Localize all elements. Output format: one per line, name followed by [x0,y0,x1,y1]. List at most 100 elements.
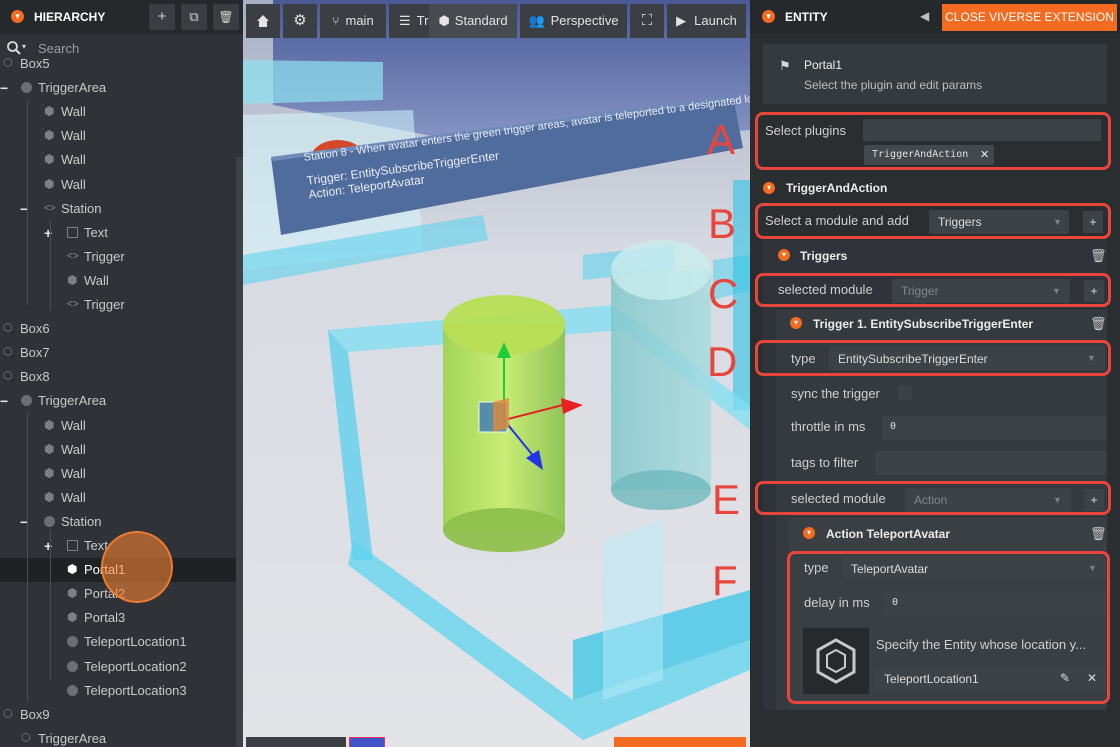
code-icon: <> [67,299,79,310]
standard-button[interactable]: ⬢ Standard [429,4,517,38]
hierarchy-panel: ▾ HIERARCHY + ⧉ 🗑 ▾ Search ⬡ Box5− Trigger… [0,0,243,747]
hex-icon: ⬢ [67,586,78,600]
sync-trigger-checkbox[interactable] [898,386,912,400]
delete-action-icon[interactable]: 🗑 [1090,526,1107,542]
perspective-button[interactable]: 👥 Perspective [520,4,627,38]
hex-icon: ⬢ [44,177,55,191]
click-indicator [101,531,173,603]
viewport-thumbnail[interactable] [349,737,385,747]
circle-icon [67,661,78,672]
annotation-box-a [755,112,1111,170]
tree-item[interactable]: ⬢ Wall [0,124,236,148]
scene-viewport[interactable]: Station 8 - When avatar enters the green… [243,0,750,747]
tree-item-label: TeleportLocation1 [84,634,187,649]
tree-item-label: TeleportLocation3 [84,683,187,698]
home-button[interactable] [246,4,280,38]
tree-item[interactable]: ⬢ Wall [0,438,236,462]
trigger1-collapse-icon[interactable]: ▾ [790,317,802,329]
triggers-collapse-icon[interactable]: ▾ [778,249,790,261]
tree-item[interactable]: ⬡ Box9 [0,703,236,727]
tree-item[interactable]: ⬢ Wall [0,100,236,124]
annotation-letter-d: D [707,338,738,385]
tree-item[interactable]: <> Trigger [0,245,236,269]
plugin-section-collapse-icon[interactable]: ▾ [763,182,775,194]
tags-input[interactable] [875,451,1106,475]
hierarchy-scrollbar[interactable] [236,157,243,747]
collapse-icon[interactable]: − [0,389,8,413]
tree-item-label: Wall [61,104,86,119]
tree-item[interactable]: − TriggerArea [0,389,236,413]
tree-item-label: Wall [84,273,109,288]
tree-item[interactable]: − Station [0,510,236,534]
home-icon [257,15,269,27]
hierarchy-tree: ⬡ Box5− TriggerArea ⬢ Wall ⬢ Wall ⬢ Wall ⬢ Wall − <>… [0,0,243,747]
circle-icon [67,685,78,696]
throttle-label: throttle in ms [791,419,866,434]
tree-item[interactable]: ⬢ Wall [0,148,236,172]
tree-item[interactable]: TeleportLocation2 [0,655,236,679]
action-collapse-icon[interactable]: ▾ [803,527,815,539]
close-viverse-extension-button[interactable]: CLOSE VIVERSE EXTENSION [942,4,1117,31]
annotation-letter-a: A [707,116,736,163]
tags-label: tags to filter [791,455,859,470]
viewport-action-button[interactable] [614,737,746,747]
collapse-icon[interactable]: − [0,76,8,100]
tree-item[interactable]: ⬢ Portal3 [0,606,236,630]
hex-icon: ⬢ [44,152,55,166]
tree-item[interactable]: ⬢ Wall [0,486,236,510]
throttle-input[interactable]: 0 [882,416,1106,440]
tree-item-label: Box8 [20,369,50,384]
hex-icon: ⬢ [44,466,55,480]
collapse-left-icon[interactable]: ◀ [920,9,929,23]
tree-item[interactable]: TeleportLocation1 [0,630,236,654]
tree-item[interactable]: ⬡ Box5 [0,52,236,76]
cube-icon: ⬡ [3,346,13,358]
fullscreen-button[interactable]: ⛶ [630,4,664,38]
hex-icon: ⬢ [67,562,78,576]
tree-item-label: Portal3 [84,610,126,625]
tree-item[interactable]: ⬡ TriggerArea [0,727,236,747]
delete-trigger1-icon[interactable]: 🗑 [1090,316,1107,332]
cube-icon: ⬡ [3,370,13,382]
delete-triggers-icon[interactable]: 🗑 [1090,248,1107,264]
tree-item[interactable]: ⬢ Wall [0,269,236,293]
circle-icon [67,636,78,647]
tree-guide-line [27,412,28,702]
plugin-section-title: TriggerAndAction [786,181,888,195]
triggers-title: Triggers [800,249,848,263]
hex-icon: ⬢ [67,610,78,624]
tree-item[interactable]: ⬡ Box8 [0,365,236,389]
tree-item[interactable]: TeleportLocation3 [0,679,236,703]
tree-item[interactable]: − TriggerArea [0,76,236,100]
circle-icon [44,516,55,527]
branch-button[interactable]: ⑂ main [320,4,386,38]
annotation-letter-f: F [712,557,738,604]
launch-label: Launch [694,13,737,28]
standard-label: Standard [454,13,508,28]
launch-button[interactable]: ▶ Launch [667,4,746,38]
tree-item[interactable]: ⬢ Wall [0,414,236,438]
list-icon: ☰ [399,13,411,28]
sync-trigger-label: sync the trigger [791,386,880,401]
settings-button[interactable]: ⚙ [283,4,317,38]
annotation-letter-b: B [708,200,737,247]
tree-item[interactable]: − <> Station [0,197,236,221]
cube-icon: ⬡ [3,708,13,720]
tree-item-label: Wall [61,418,86,433]
tree-item[interactable]: ⬡ Box7 [0,341,236,365]
action-title: Action TeleportAvatar [826,527,951,541]
square-icon [67,227,78,238]
collapse-entity-icon[interactable]: ▾ [762,10,775,23]
tree-item[interactable]: + Text [0,221,236,245]
tree-item-label: Wall [61,152,86,167]
annotation-box-b [755,203,1111,239]
tree-item[interactable]: ⬡ Box6 [0,317,236,341]
viewport-toolbar: ⚙ ⑂main ☰Trigger Area Tests ⬢Standard 👥P… [246,4,746,38]
annotation-box-c [755,273,1111,307]
throttle-value: 0 [890,421,897,432]
tree-item[interactable]: ⬢ Wall [0,173,236,197]
tree-item[interactable]: <> Trigger [0,293,236,317]
tree-item-label: Wall [61,177,86,192]
tree-item[interactable]: ⬢ Wall [0,462,236,486]
camera-people-icon: 👥 [528,13,545,28]
